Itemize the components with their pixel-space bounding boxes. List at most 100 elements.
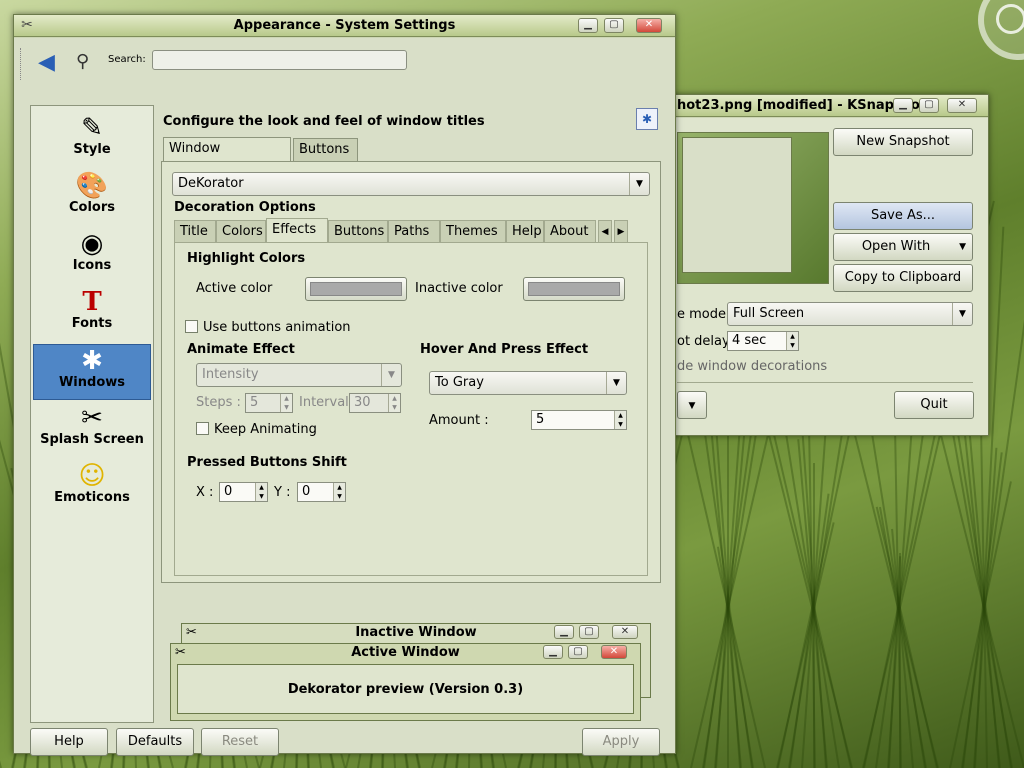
decoration-select[interactable]: DeKorator ▼: [172, 172, 650, 196]
ksnapshot-titlebar[interactable]: hot23.png [modified] - KSnapshot ▁ ▢ ✕: [649, 95, 988, 117]
close-button[interactable]: ✕: [636, 18, 662, 33]
copy-to-clipboard-button[interactable]: Copy to Clipboard: [833, 264, 973, 292]
inactive-color-swatch: [528, 282, 620, 296]
spin-arrows-icon[interactable]: ▲ ▼: [388, 394, 400, 412]
scroll-left-icon[interactable]: ◀: [598, 220, 612, 244]
capture-mode-select[interactable]: Full Screen ▼: [727, 302, 973, 326]
use-buttons-animation-label[interactable]: Use buttons animation: [203, 320, 351, 335]
spin-arrows-icon[interactable]: ▲ ▼: [786, 332, 798, 350]
inactive-window-title: Inactive Window: [355, 625, 477, 640]
amount-label: Amount :: [429, 413, 489, 428]
close-button[interactable]: ✕: [947, 98, 977, 113]
sidebar-item-label: Fonts: [71, 316, 113, 331]
tab-title[interactable]: Title: [174, 220, 216, 244]
sidebar-item-label: Emoticons: [54, 490, 130, 505]
desktop-plasma-orb[interactable]: [978, 0, 1024, 60]
window-menu-icon[interactable]: ✂: [18, 17, 36, 34]
tab-window-decoration[interactable]: Window Decoration: [163, 137, 291, 178]
animate-effect-value: Intensity: [202, 367, 259, 382]
spin-arrows-icon[interactable]: ▲ ▼: [280, 394, 292, 412]
preview-text: Dekorator preview (Version 0.3): [177, 664, 634, 714]
tab-help[interactable]: Help: [506, 220, 544, 244]
new-snapshot-button[interactable]: New Snapshot: [833, 128, 973, 156]
toolbar-handle[interactable]: [20, 48, 23, 80]
defaults-button[interactable]: Defaults: [116, 728, 194, 756]
x-spinbox[interactable]: 0 ▲ ▼: [219, 482, 268, 502]
toolbar: ◀ ⚲ Search:: [20, 46, 661, 82]
delay-spinbox[interactable]: 4 sec ▲ ▼: [727, 331, 799, 351]
back-arrow-icon[interactable]: ◀: [38, 50, 55, 75]
minimize-icon: ▁: [543, 645, 563, 659]
hover-effect-value: To Gray: [435, 375, 484, 390]
reset-button[interactable]: Reset: [201, 728, 279, 756]
keep-animating-checkbox[interactable]: [196, 422, 209, 435]
dropdown-arrow-icon: ▼: [381, 364, 401, 386]
spin-arrows-icon[interactable]: ▲ ▼: [614, 411, 626, 429]
pressed-buttons-shift-label: Pressed Buttons Shift: [187, 455, 347, 470]
sidebar-item-label: Colors: [68, 200, 115, 215]
dropdown-arrow-icon: ▼: [688, 401, 696, 411]
close-icon: ✕: [601, 645, 627, 659]
apply-button[interactable]: Apply: [582, 728, 660, 756]
quit-button[interactable]: Quit: [894, 391, 974, 419]
tab-buttons[interactable]: Buttons: [328, 220, 388, 244]
animate-effect-label: Animate Effect: [187, 342, 295, 357]
open-with-button[interactable]: Open With ▼: [833, 233, 973, 261]
system-settings-window: ✂ Appearance - System Settings ▁ ▢ ✕ ◀ ⚲…: [13, 14, 676, 756]
help-button[interactable]: Help: [30, 728, 108, 756]
maximize-button[interactable]: ▢: [919, 98, 939, 113]
sidebar-item-emoticons[interactable]: ☺ Emoticons: [33, 460, 151, 516]
tab-about[interactable]: About: [544, 220, 596, 244]
sidebar-item-icons[interactable]: ◉ Icons: [33, 228, 151, 284]
keep-animating-label[interactable]: Keep Animating: [214, 422, 317, 437]
interval-spinbox[interactable]: 30 ▲ ▼: [349, 393, 401, 413]
sidebar-item-label: Icons: [72, 258, 112, 273]
sidebar-item-fonts[interactable]: T Fonts: [33, 286, 151, 342]
snapshot-preview[interactable]: [677, 132, 829, 284]
steps-label: Steps :: [196, 395, 241, 410]
interval-label: Interval: [299, 395, 349, 410]
sidebar-item-label: Style: [73, 142, 111, 157]
maximize-button[interactable]: ▢: [604, 18, 624, 33]
decoration-options-label: Decoration Options: [174, 200, 316, 215]
dropdown-arrow-icon: ▼: [606, 372, 626, 394]
ksnapshot-title: hot23.png [modified] - KSnapshot: [677, 98, 927, 113]
sidebar-item-splash-screen[interactable]: ✂ Splash Screen: [33, 402, 151, 458]
amount-spinbox[interactable]: 5 ▲ ▼: [531, 410, 627, 430]
sidebar-item-windows[interactable]: ✱ Windows: [33, 344, 151, 400]
save-as-button[interactable]: Save As...: [833, 202, 973, 230]
minimize-button[interactable]: ▁: [893, 98, 913, 113]
hover-effect-select[interactable]: To Gray ▼: [429, 371, 627, 395]
sidebar-item-style[interactable]: ✎ Style: [33, 112, 151, 168]
tab-paths[interactable]: Paths: [388, 220, 440, 244]
search-label: Search:: [108, 54, 146, 65]
search-input[interactable]: [152, 50, 407, 70]
decoration-value: DeKorator: [178, 176, 244, 191]
animate-effect-select[interactable]: Intensity ▼: [196, 363, 402, 387]
steps-spinbox[interactable]: 5 ▲ ▼: [245, 393, 293, 413]
help-menu-button[interactable]: ▼: [677, 391, 707, 419]
highlight-colors-label: Highlight Colors: [187, 251, 306, 266]
minimize-icon: ▁: [554, 625, 574, 639]
active-color-button[interactable]: [305, 277, 407, 301]
tab-themes[interactable]: Themes: [440, 220, 506, 244]
scroll-right-icon[interactable]: ▶: [614, 220, 628, 244]
tab-colors[interactable]: Colors: [216, 220, 266, 244]
include-decorations-label[interactable]: de window decorations: [677, 359, 827, 374]
open-with-label: Open With: [861, 239, 931, 254]
active-color-label: Active color: [196, 281, 273, 296]
capture-mode-label: e mode:: [677, 307, 731, 322]
spin-arrows-icon[interactable]: ▲ ▼: [255, 483, 267, 501]
dropdown-arrow-icon: ▼: [959, 242, 966, 252]
minimize-button[interactable]: ▁: [578, 18, 598, 33]
sidebar-item-colors[interactable]: 🎨 Colors: [33, 170, 151, 226]
tab-effects[interactable]: Effects: [266, 218, 328, 244]
spin-arrows-icon[interactable]: ▲ ▼: [333, 483, 345, 501]
settings-titlebar[interactable]: ✂ Appearance - System Settings ▁ ▢ ✕: [14, 15, 675, 37]
inactive-color-button[interactable]: [523, 277, 625, 301]
tab-buttons[interactable]: Buttons: [293, 138, 358, 162]
y-spinbox[interactable]: 0 ▲ ▼: [297, 482, 346, 502]
effects-panel: Highlight Colors Active color Inactive c…: [174, 242, 648, 576]
dropdown-arrow-icon: ▼: [629, 173, 649, 195]
use-buttons-animation-checkbox[interactable]: [185, 320, 198, 333]
